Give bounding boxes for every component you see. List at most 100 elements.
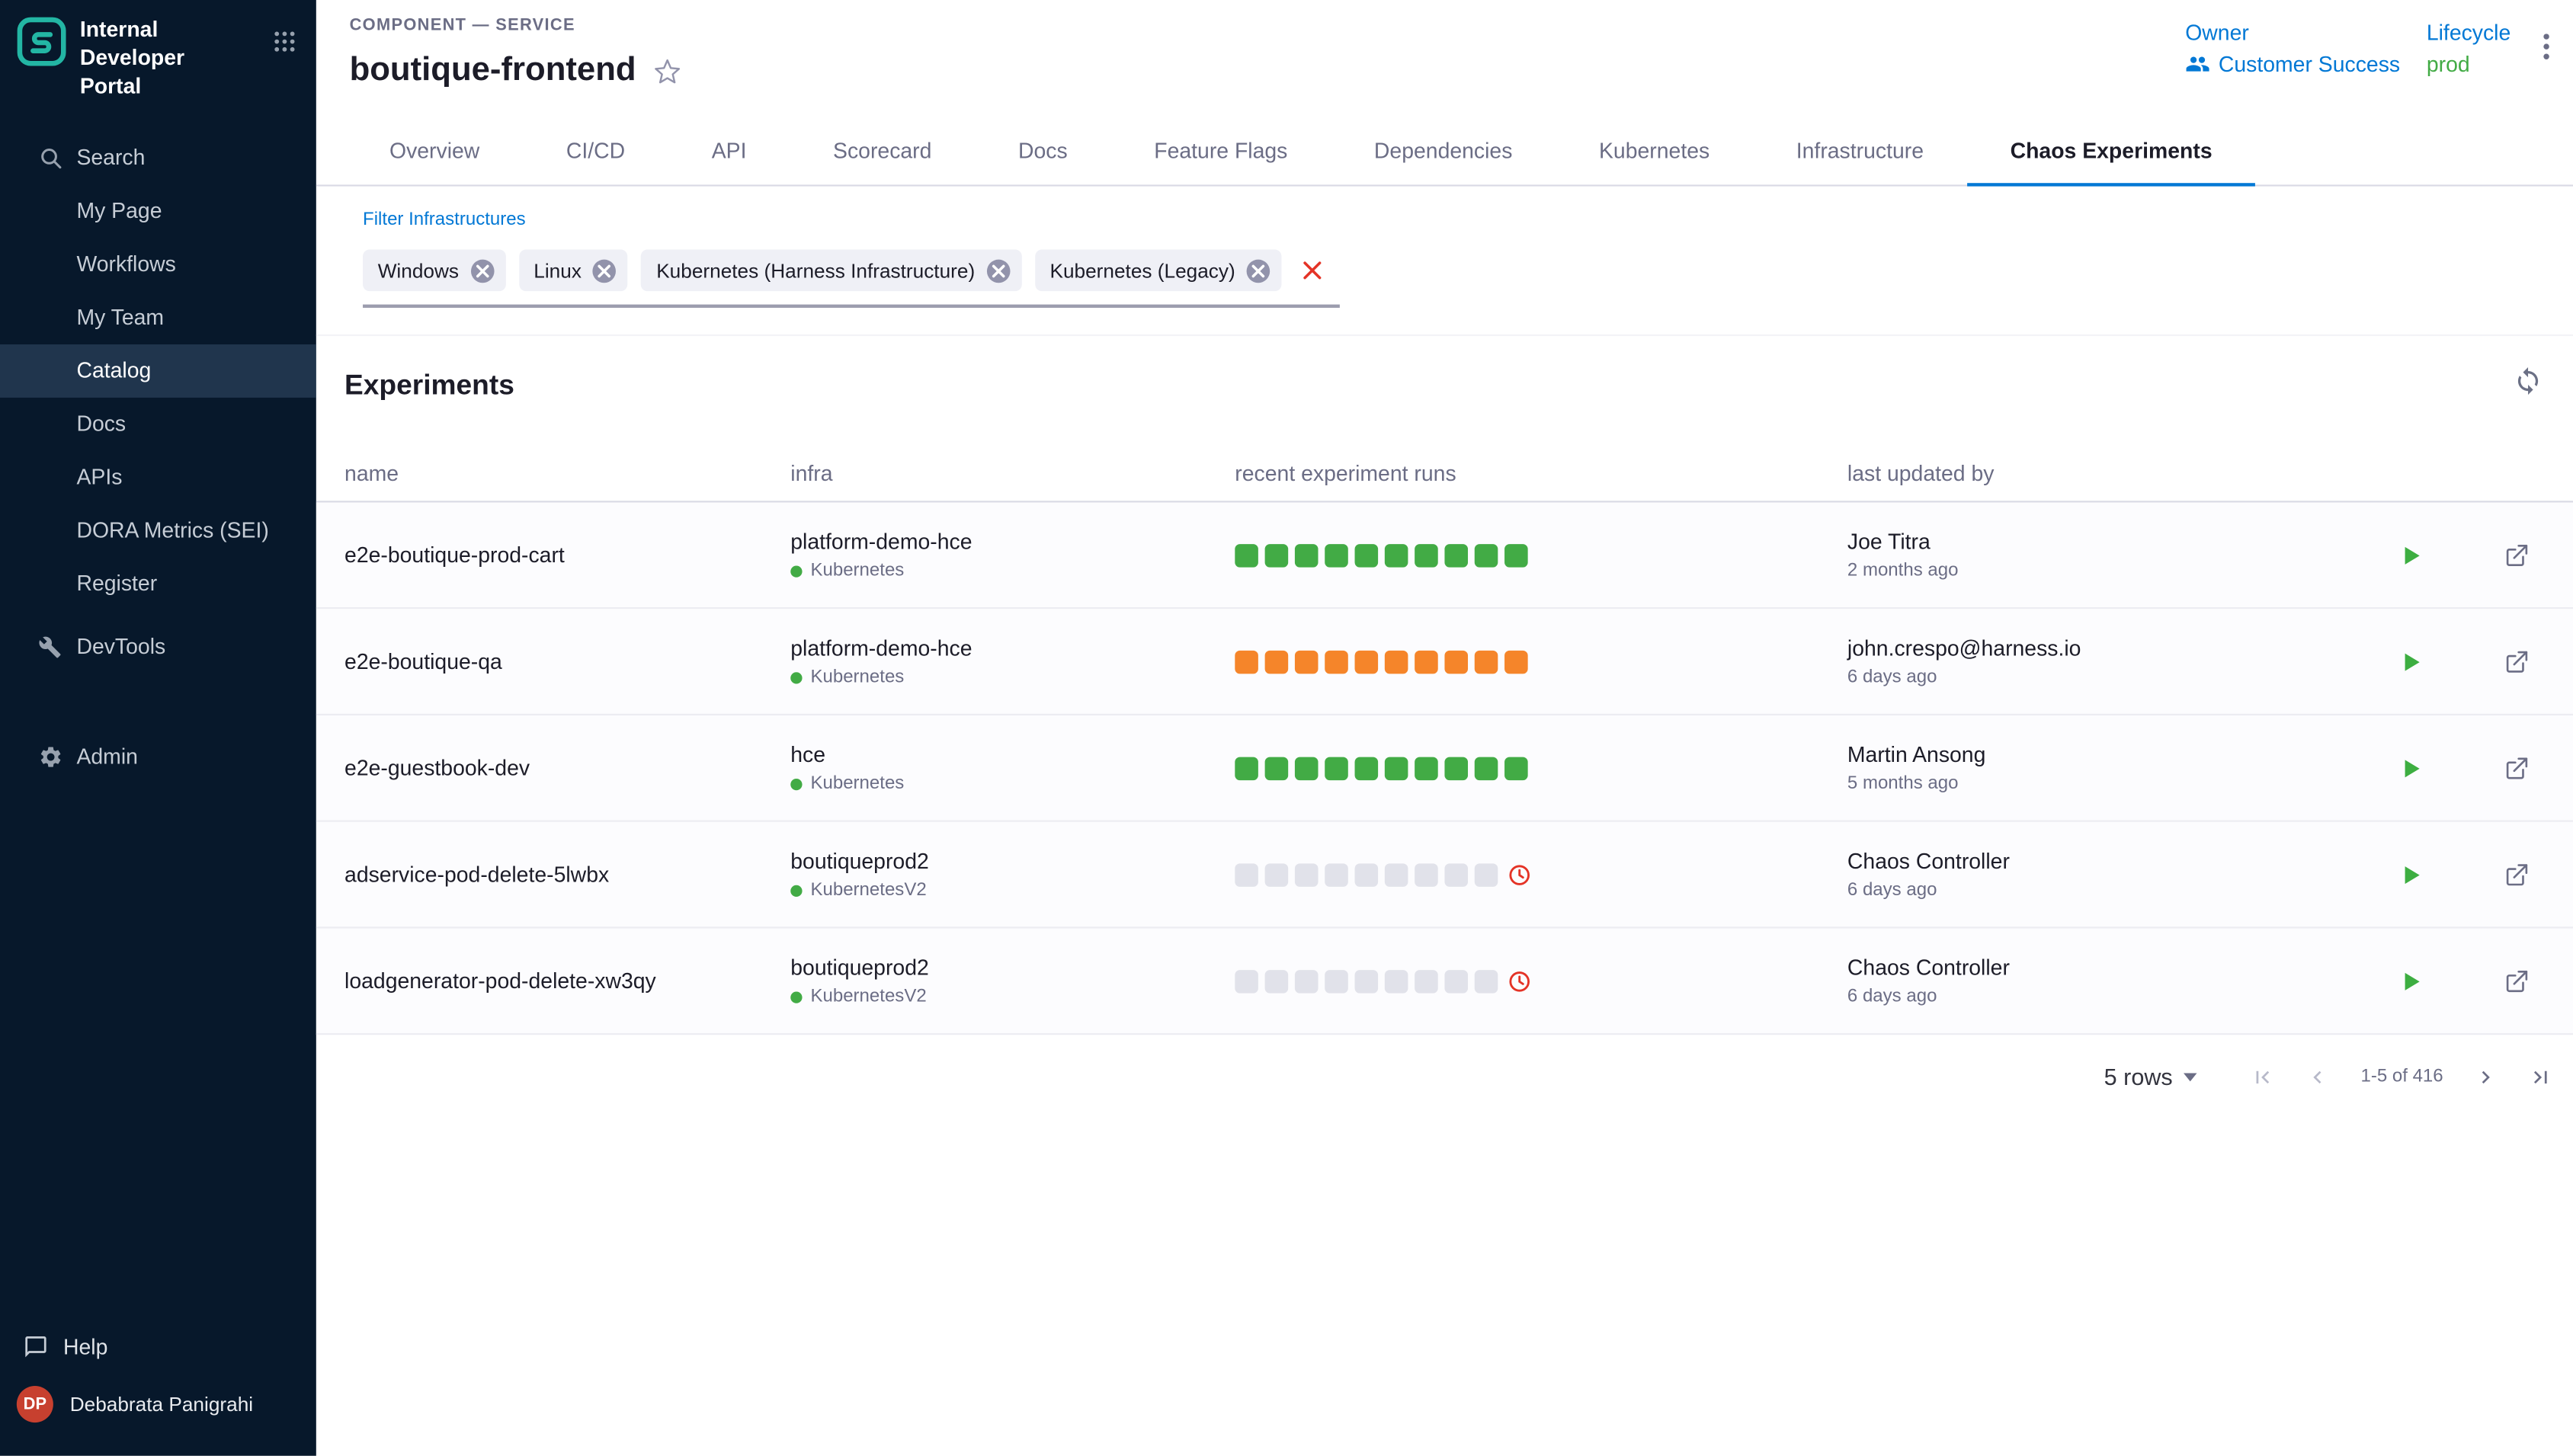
experiment-row[interactable]: e2e-boutique-qa platform-demo-hce Kubern… [316,609,2573,715]
recent-runs-strip [1235,969,1847,993]
run-status-square [1355,756,1379,779]
help-button[interactable]: Help [0,1320,316,1373]
updated-by: Chaos Controller [1847,955,2313,980]
tab-feature-flags[interactable]: Feature Flags [1110,117,1331,187]
run-status-square [1475,969,1498,993]
owner-block: Owner Customer Success [2185,20,2400,76]
run-status-square [1265,862,1289,886]
run-experiment-button[interactable] [2400,862,2424,886]
sidebar-footer: Help DP Debabrata Panigrahi [0,1320,316,1456]
rows-per-page-select[interactable]: 5 rows [2104,1063,2198,1090]
lifecycle-label: Lifecycle [2427,20,2511,45]
experiment-infra: platform-demo-hce Kubernetes [790,635,1235,687]
sidebar-item-catalog[interactable]: Catalog [0,344,316,397]
tab-infrastructure[interactable]: Infrastructure [1753,117,1967,187]
open-experiment-icon[interactable] [2503,648,2530,675]
updated-at: 6 days ago [1847,667,2313,687]
infra-type: KubernetesV2 [810,880,926,900]
experiment-row[interactable]: e2e-guestbook-dev hce Kubernetes Martin … [316,715,2573,822]
open-experiment-icon[interactable] [2503,542,2530,568]
run-experiment-button[interactable] [2400,756,2424,779]
clear-filters-icon[interactable] [1295,260,1330,281]
sidebar-item-label: Search [76,145,145,170]
tab-kubernetes[interactable]: Kubernetes [1556,117,1753,187]
chip-remove-icon[interactable] [470,259,494,283]
run-status-square [1325,969,1348,993]
page-range: 1-5 of 416 [2360,1067,2443,1086]
people-icon [2185,52,2210,77]
sidebar-item-label: Workflows [76,251,175,277]
tab-cicd[interactable]: CI/CD [523,117,668,187]
lifecycle-block: Lifecycle prod [2427,20,2511,76]
run-status-square [1265,756,1289,779]
sidebar-item-admin[interactable]: Admin [0,730,316,783]
run-status-square [1504,650,1528,674]
open-experiment-icon[interactable] [2503,968,2530,994]
previous-page-icon[interactable] [2305,1064,2331,1089]
last-page-icon[interactable] [2528,1064,2553,1089]
sidebar-item-register[interactable]: Register [0,557,316,610]
first-page-icon[interactable] [2251,1064,2276,1089]
updated-by: Martin Ansong [1847,742,2313,767]
experiment-row[interactable]: e2e-boutique-prod-cart platform-demo-hce… [316,502,2573,609]
kebab-menu-icon[interactable] [2539,30,2552,63]
sidebar-item-my-team[interactable]: My Team [0,290,316,344]
user-profile[interactable]: DP Debabrata Panigrahi [0,1373,316,1436]
run-status-square [1444,543,1468,567]
open-experiment-icon[interactable] [2503,861,2530,888]
sidebar-item-my-page[interactable]: My Page [0,184,316,238]
tab-docs[interactable]: Docs [975,117,1110,187]
run-status-square [1475,756,1498,779]
run-status-square [1415,650,1438,674]
tab-dependencies[interactable]: Dependencies [1331,117,1556,187]
tab-api[interactable]: API [668,117,790,187]
run-status-square [1325,862,1348,886]
open-experiment-icon[interactable] [2503,754,2530,781]
sidebar-item-search[interactable]: Search [0,131,316,184]
run-status-square [1444,862,1468,886]
experiment-infra: hce Kubernetes [790,742,1235,794]
sidebar-item-devtools[interactable]: DevTools [0,620,316,674]
column-name: name [344,461,790,486]
experiment-name: adservice-pod-delete-5lwbx [344,862,790,887]
chip-label: Kubernetes (Legacy) [1049,259,1235,283]
chip-remove-icon[interactable] [986,259,1010,283]
help-label: Help [63,1333,107,1358]
favorite-star-icon[interactable] [652,56,682,85]
chevron-down-icon [2184,1072,2197,1080]
chip-label: Windows [378,259,459,283]
help-chat-icon [24,1333,49,1358]
refresh-icon[interactable] [2513,366,2543,395]
experiment-row[interactable]: loadgenerator-pod-delete-xw3qy boutiquep… [316,929,2573,1035]
sidebar-item-apis[interactable]: APIs [0,450,316,504]
experiment-row[interactable]: adservice-pod-delete-5lwbx boutiqueprod2… [316,822,2573,929]
run-experiment-button[interactable] [2400,543,2424,567]
tab-overview[interactable]: Overview [346,117,523,187]
tab-scorecard[interactable]: Scorecard [790,117,975,187]
apps-grid-icon[interactable] [273,30,296,53]
sidebar-item-docs[interactable]: Docs [0,397,316,450]
user-name: Debabrata Panigrahi [70,1393,253,1416]
updated-at: 6 days ago [1847,987,2313,1006]
sidebar-item-dora-metrics[interactable]: DORA Metrics (SEI) [0,504,316,557]
tab-chaos-experiments[interactable]: Chaos Experiments [1967,117,2256,187]
filter-chip: Kubernetes (Legacy) [1035,250,1282,292]
run-status-square [1235,969,1258,993]
run-status-square [1235,756,1258,779]
run-experiment-button[interactable] [2400,650,2424,674]
run-status-square [1355,969,1379,993]
owner-link[interactable]: Customer Success [2185,52,2400,77]
next-page-icon[interactable] [2473,1064,2498,1089]
sidebar-item-workflows[interactable]: Workflows [0,238,316,291]
sidebar-item-label: APIs [76,465,122,490]
column-infra: infra [790,461,1235,486]
chip-remove-icon[interactable] [593,259,617,283]
wrench-icon [38,635,62,658]
infra-type: Kubernetes [810,773,904,793]
filter-infrastructures-link[interactable]: Filter Infrastructures [363,210,526,229]
infra-status-dot [790,778,802,789]
run-status-square [1265,543,1289,567]
run-experiment-button[interactable] [2400,969,2424,993]
chip-remove-icon[interactable] [1247,259,1270,283]
portal-title: Internal Developer Portal [80,17,246,101]
